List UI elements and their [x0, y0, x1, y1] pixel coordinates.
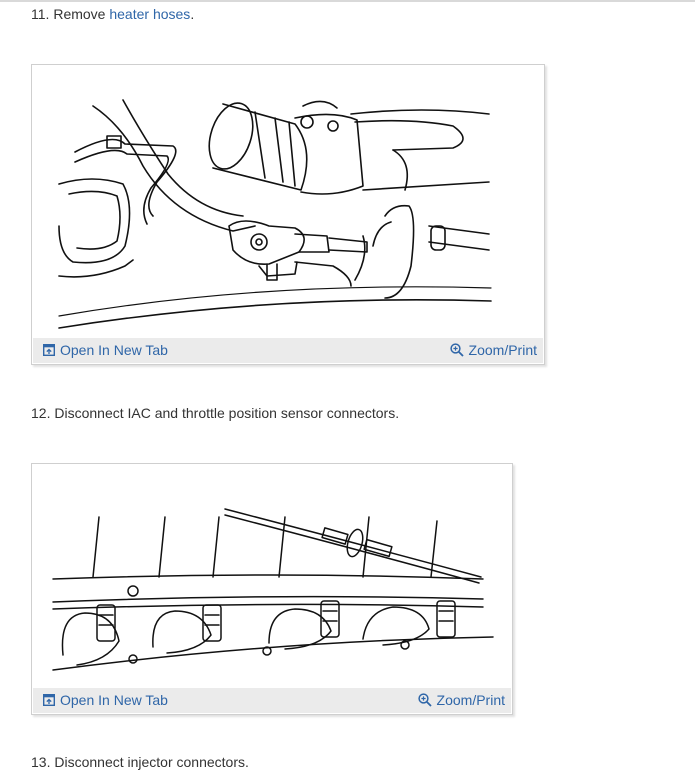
zoom-print-label: Zoom/Print	[436, 692, 505, 708]
open-in-new-tab-icon	[43, 344, 55, 356]
open-in-new-tab-label: Open In New Tab	[60, 692, 168, 708]
open-in-new-tab-label: Open In New Tab	[60, 342, 168, 358]
step-11-text: 11. Remove heater hoses.	[31, 6, 194, 22]
figure-image-injectors[interactable]	[33, 465, 511, 688]
step-text: Disconnect IAC and throttle position sen…	[54, 405, 400, 421]
figure-card-throttle-body: Open In New Tab Zoom/Print	[31, 64, 545, 365]
zoom-print-label: Zoom/Print	[468, 342, 537, 358]
figure-image-throttle-body[interactable]	[33, 66, 543, 338]
step-13-text: 13. Disconnect injector connectors.	[31, 754, 249, 770]
zoom-magnifier-icon	[417, 693, 432, 707]
open-in-new-tab-icon	[43, 694, 55, 706]
open-in-new-tab-button[interactable]: Open In New Tab	[43, 342, 168, 358]
top-divider	[0, 0, 695, 2]
figure-card-injectors: Open In New Tab Zoom/Print	[31, 463, 513, 715]
step-12-text: 12. Disconnect IAC and throttle position…	[31, 405, 399, 421]
figure-toolbar: Open In New Tab Zoom/Print	[33, 688, 511, 713]
step-number: 11.	[31, 6, 50, 22]
figure-toolbar: Open In New Tab Zoom/Print	[33, 338, 543, 363]
heater-hoses-link[interactable]: heater hoses	[109, 6, 190, 22]
open-in-new-tab-button[interactable]: Open In New Tab	[43, 692, 168, 708]
injector-connectors-illustration	[33, 465, 511, 688]
step-text-after: .	[190, 6, 195, 22]
step-text: Disconnect injector connectors.	[54, 754, 249, 770]
step-text-before: Remove	[53, 6, 110, 22]
zoom-print-button[interactable]: Zoom/Print	[449, 342, 537, 358]
throttle-body-illustration	[33, 66, 543, 338]
step-number: 13.	[31, 754, 51, 770]
step-number: 12.	[31, 405, 51, 421]
zoom-magnifier-icon	[449, 343, 464, 357]
zoom-print-button[interactable]: Zoom/Print	[417, 692, 505, 708]
